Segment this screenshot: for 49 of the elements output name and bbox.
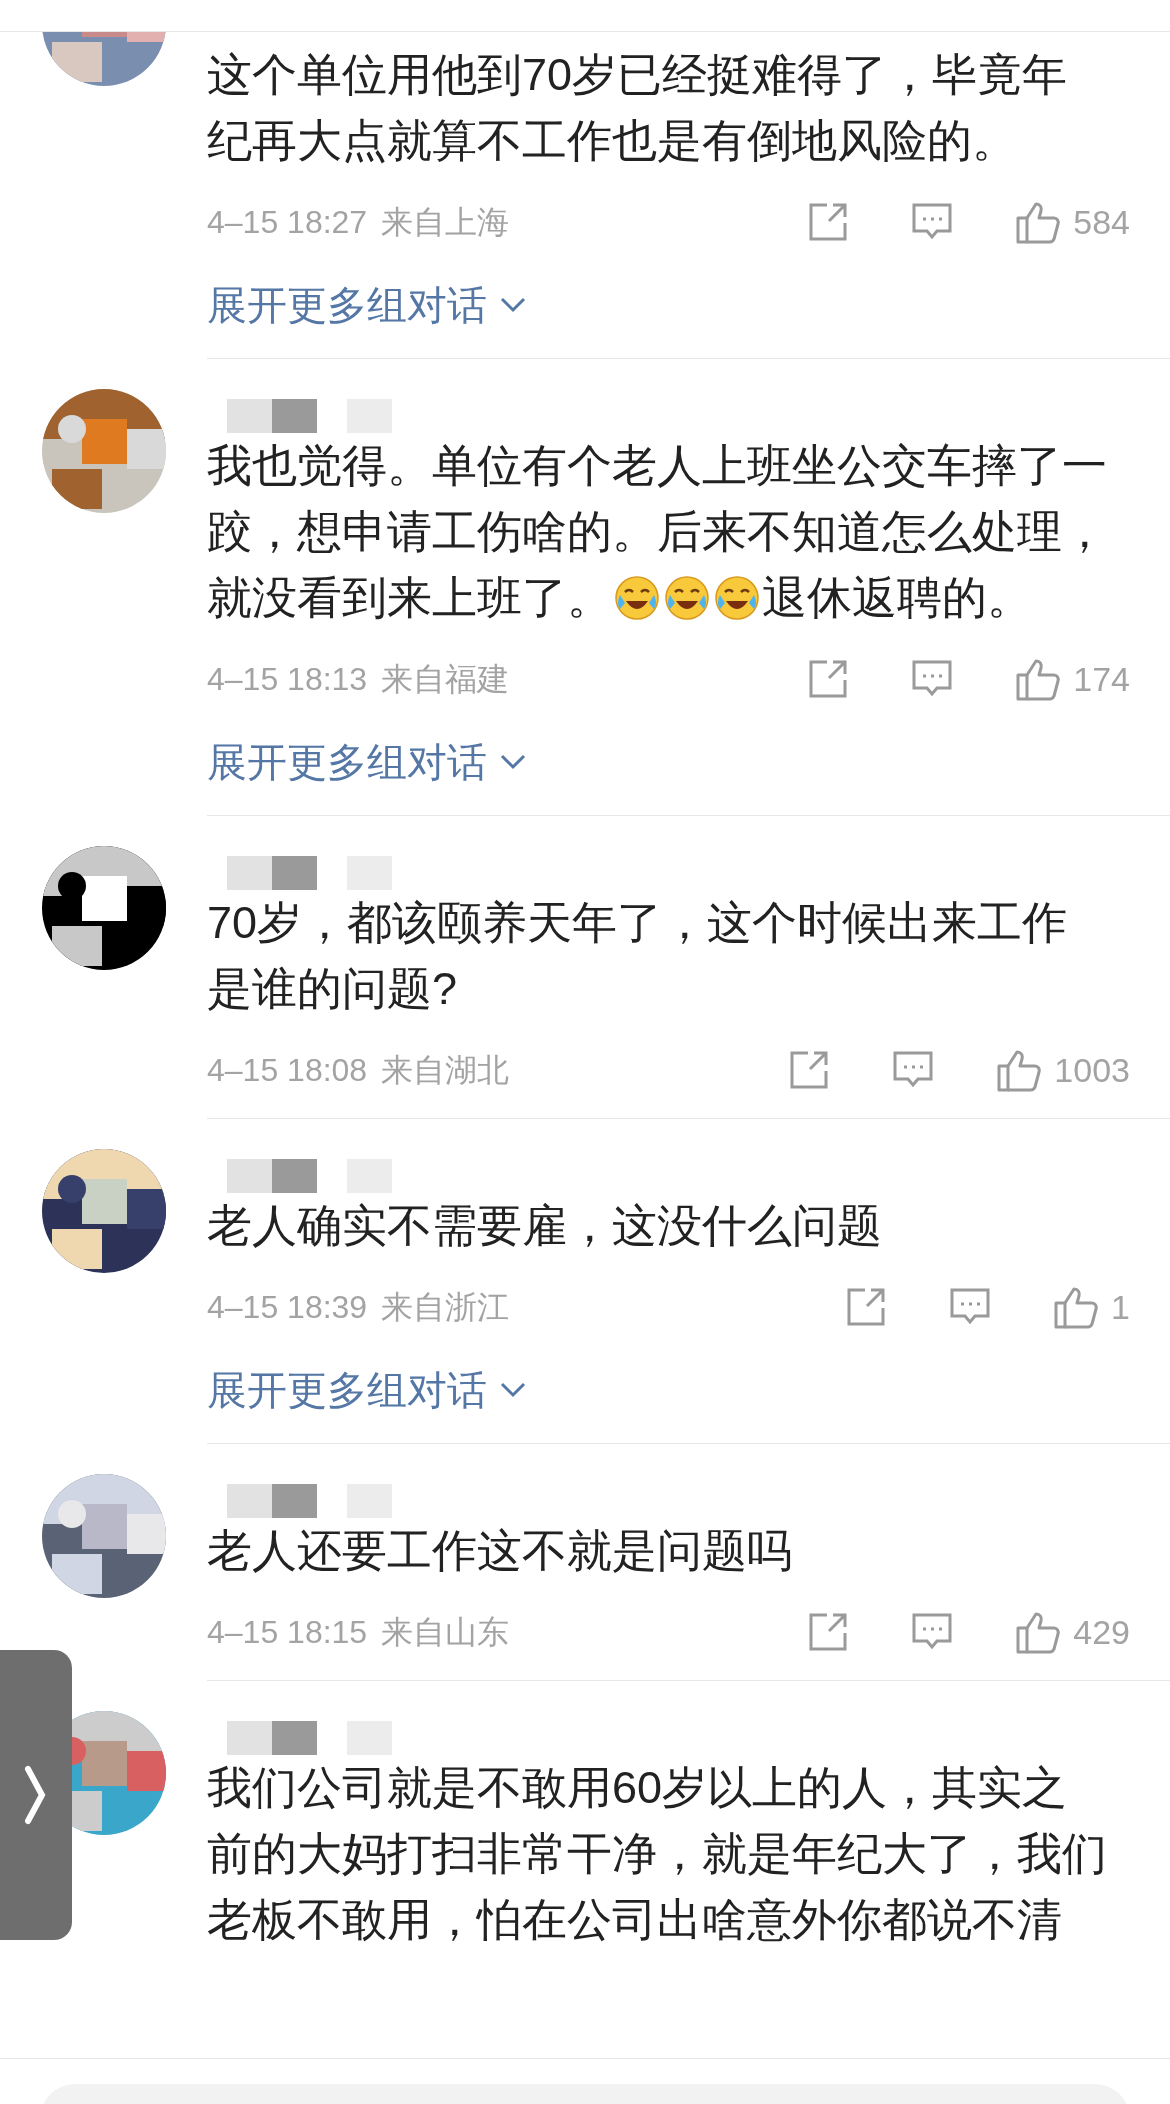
comment-location: 来自上海 [381,203,510,242]
laughing-crying-emoji-icon [664,575,710,621]
comment-text: 老人确实不需要雇，这没什么问题 [207,1200,882,1251]
share-icon[interactable] [807,201,850,243]
comment-text: 老人还要工作这不就是问题吗 [207,1525,792,1576]
share-icon[interactable] [807,658,850,700]
thumbs-up-icon[interactable] [1053,1285,1100,1329]
like-count: 1 [1111,1286,1130,1328]
comment-text: 就没看到来上班了。 [207,572,612,623]
comment-time: 4–15 18:39 [207,1288,368,1327]
share-icon[interactable] [788,1049,831,1091]
share-icon[interactable] [807,1611,850,1653]
thumbs-up-icon[interactable] [1015,200,1062,244]
comment-location: 来自福建 [381,660,510,699]
comment-text: 70岁，都该颐养天年了，这个时候出来工作是谁的问题? [207,897,1068,1014]
thumbs-up-icon[interactable] [996,1048,1043,1092]
comment-time: 4–15 18:13 [207,660,368,699]
thumbs-up-icon[interactable] [1015,657,1062,701]
side-expand-tab[interactable] [0,1650,72,1940]
chevron-right-icon [24,1765,48,1825]
chevron-down-icon [499,753,527,771]
thumbs-up-icon[interactable] [1015,1610,1062,1654]
laughing-crying-emoji-icon [614,575,660,621]
comment-location: 来自湖北 [381,1051,510,1090]
expand-replies-link[interactable]: 展开更多组对话 [207,275,527,335]
expand-replies-link[interactable]: 展开更多组对话 [207,1360,527,1420]
chevron-down-icon [499,296,527,314]
like-count: 1003 [1054,1049,1130,1091]
like-count: 429 [1073,1611,1130,1653]
comment-text: 我们公司就是不敢用60岁以上的人，其实之前的大妈打扫非常干净，就是年纪大了，我们老板不敢用，怕在公司出啥意外你都说不清 [207,1762,1107,1945]
comment-time: 4–15 18:08 [207,1051,368,1090]
like-count: 174 [1073,658,1130,700]
comment-location: 来自山东 [381,1613,510,1652]
expand-replies-link[interactable]: 展开更多组对话 [207,732,527,792]
laughing-crying-emoji-icon [714,575,760,621]
comment-icon[interactable] [911,1612,954,1652]
comment-location: 来自浙江 [381,1288,510,1327]
comment-text: 我也觉得。单位有个老人上班坐公交车摔了一跤，想申请工伤啥的。后来不知道怎么处理， [207,440,1107,557]
comment-icon[interactable] [949,1287,992,1327]
comment-text: 这个单位用他到70岁已经挺难得了，毕竟年纪再大点就算不工作也是有倒地风险的。 [207,49,1068,166]
comment-icon[interactable] [911,659,954,699]
share-icon[interactable] [845,1286,888,1328]
comment-text: 退休返聘的。 [762,572,1032,623]
like-count: 584 [1073,201,1130,243]
comment-time: 4–15 18:15 [207,1613,368,1652]
chevron-down-icon [499,1381,527,1399]
comment-icon[interactable] [892,1050,935,1090]
comment-time: 4–15 18:27 [207,203,368,242]
comment-icon[interactable] [911,202,954,242]
